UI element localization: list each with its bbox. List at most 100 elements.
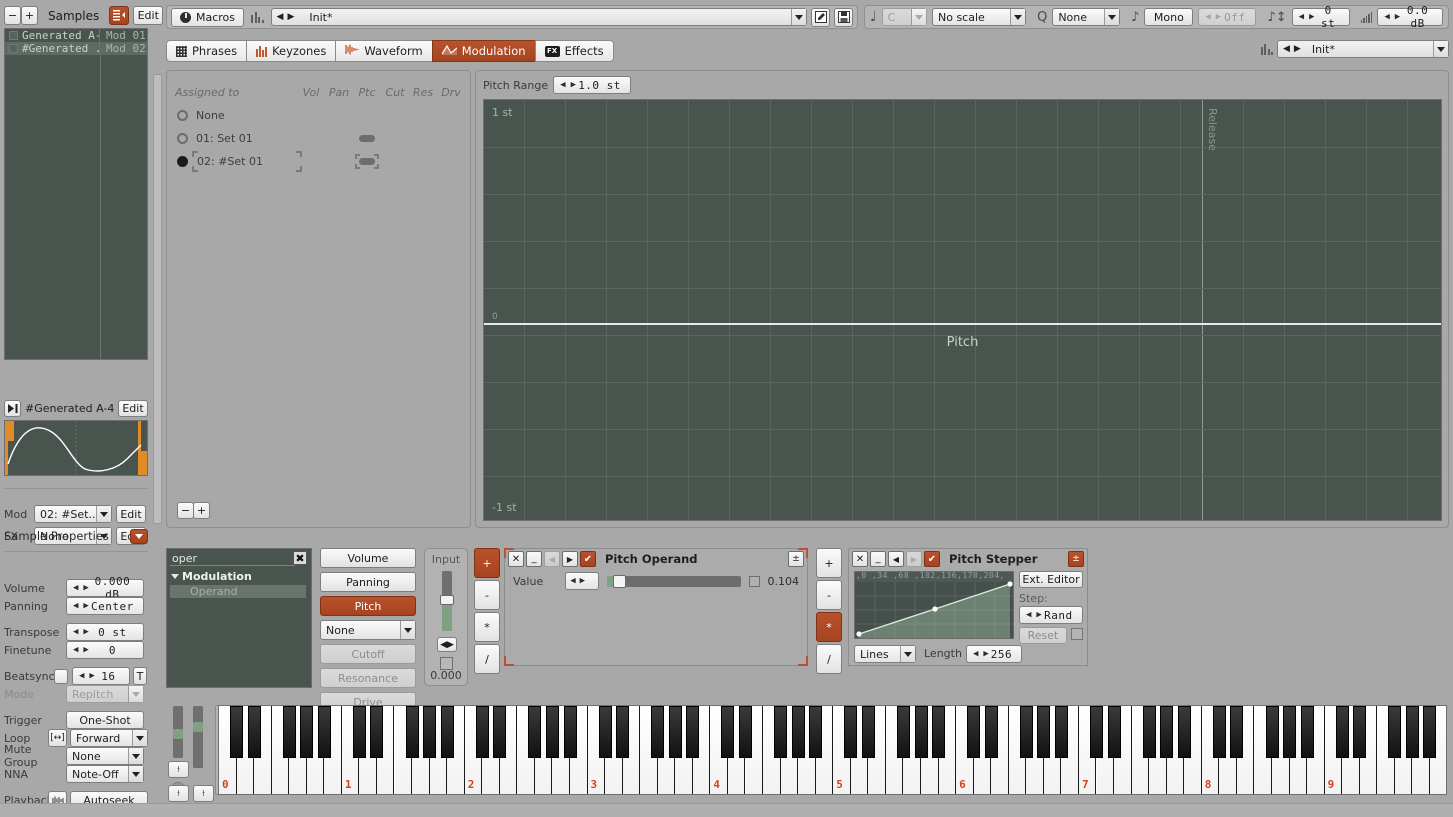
piano-black-key[interactable] (317, 706, 331, 758)
operator-minus-button[interactable]: - (474, 580, 500, 610)
piano-black-key[interactable] (405, 706, 419, 758)
finetune-stepper[interactable]: ◀ ▶ 0 (66, 641, 144, 659)
piano-black-key[interactable] (1283, 706, 1297, 758)
piano-black-key[interactable] (914, 706, 928, 758)
pitchbend-icon[interactable]: ⟊ (168, 761, 189, 778)
clear-x-icon[interactable]: ✖ (293, 551, 307, 565)
piano-black-key[interactable] (1388, 706, 1402, 758)
beatsync-triplet-button[interactable]: T (133, 667, 147, 685)
glide-spinner[interactable]: ◀ ▶ Off (1198, 8, 1257, 26)
set-radio[interactable] (177, 132, 188, 144)
chevron-down-icon[interactable] (911, 9, 926, 25)
piano-black-key[interactable] (1177, 706, 1191, 758)
search-input[interactable]: oper (170, 552, 295, 566)
step-rand-stepper[interactable]: ◀ ▶ Rand (1019, 606, 1083, 624)
beatsync-checkbox[interactable] (54, 668, 68, 684)
add-sample-button[interactable]: + (21, 6, 38, 25)
pitch-range-stepper[interactable]: ◀ ▶ 1.0 st (553, 76, 632, 94)
tab-waveform[interactable]: Waveform (335, 40, 432, 62)
remove-sample-button[interactable]: − (4, 6, 21, 25)
chevron-down-icon[interactable] (1433, 41, 1448, 57)
piano-black-key[interactable] (370, 706, 384, 758)
transpose-spinner[interactable]: ◀ ▶ 0 st (1291, 4, 1350, 30)
piano-black-key[interactable] (1265, 706, 1279, 758)
reset-button[interactable]: Reset (1019, 627, 1067, 644)
stepper-arrows[interactable]: ◀ ▶ (67, 627, 90, 637)
checkmark-icon[interactable]: ✔ (580, 551, 596, 567)
operator-divide-button[interactable]: / (474, 644, 500, 674)
piano-black-key[interactable] (1423, 706, 1437, 758)
volume-stepper[interactable]: ◀ ▶ 0.000 dB (66, 575, 144, 601)
remove-set-button[interactable]: − (177, 502, 194, 519)
glide-arrows[interactable]: ◀ ▶ (1199, 12, 1222, 22)
length-stepper[interactable]: ◀ ▶ 256 (966, 645, 1022, 663)
operator2-minus-button[interactable]: - (816, 580, 842, 610)
sample-edit-button[interactable]: Edit (133, 6, 164, 25)
destination-volume-button[interactable]: Volume (320, 548, 416, 568)
panning-stepper[interactable]: ◀ ▶ Center (66, 597, 144, 615)
modwheel-slider[interactable] (193, 706, 203, 768)
input-slider[interactable] (440, 571, 454, 631)
triangle-down-icon[interactable] (171, 574, 179, 579)
next-arrow-icon[interactable]: ▶ (562, 551, 578, 567)
chevron-down-icon[interactable] (1010, 9, 1026, 25)
piano-black-key[interactable] (247, 706, 261, 758)
preset-nav-arrows[interactable]: ◀ ▶ (1278, 44, 1306, 54)
piano-black-key[interactable] (1335, 706, 1349, 758)
bipolar-icon[interactable]: ◀▶ (437, 637, 457, 652)
piano-black-key[interactable] (809, 706, 823, 758)
piano-black-key[interactable] (967, 706, 981, 758)
chevron-down-icon[interactable] (96, 506, 111, 522)
sample-checkbox[interactable] (9, 44, 18, 53)
piano-black-key[interactable] (932, 706, 946, 758)
piano-black-key[interactable] (1037, 706, 1051, 758)
piano-black-key[interactable] (440, 706, 454, 758)
piano-keyboard[interactable]: 0 1 2 3 4 5 6 7 8 9 (218, 705, 1447, 795)
operator2-multiply-button[interactable]: * (816, 612, 842, 642)
set-radio[interactable] (177, 109, 188, 121)
operator-multiply-button[interactable]: * (474, 612, 500, 642)
piano-black-key[interactable] (1405, 706, 1419, 758)
chevron-down-icon[interactable] (128, 748, 143, 764)
piano-black-key[interactable] (861, 706, 875, 758)
mute-group-select[interactable]: None (66, 747, 144, 765)
list-icon[interactable] (109, 6, 130, 25)
piano-black-key[interactable] (1353, 706, 1367, 758)
piano-black-key[interactable] (300, 706, 314, 758)
sample-checkbox[interactable] (9, 31, 18, 40)
tab-phrases[interactable]: Phrases (166, 40, 247, 62)
value-slider[interactable] (606, 574, 742, 588)
piano-black-key[interactable] (651, 706, 665, 758)
stepper-arrows[interactable]: ◀ ▶ (67, 645, 90, 655)
transpose-arrows[interactable]: ◀ ▶ (1293, 12, 1316, 22)
set-name-cell[interactable]: 02: #Set 01 (192, 150, 302, 172)
stepper-graph[interactable]: ,0 ,34 ,68 ,102,136,170,204, (854, 571, 1014, 639)
piano-black-key[interactable] (352, 706, 366, 758)
piano-black-key[interactable] (1212, 706, 1226, 758)
stepper-arrows[interactable]: ◀ ▶ (67, 583, 90, 593)
close-x-icon[interactable]: ✕ (852, 551, 868, 567)
modulation-preset-selector[interactable]: ◀ ▶ Init* (1277, 40, 1449, 58)
table-row[interactable]: 01: Set 01 (177, 130, 465, 146)
prev-arrow-icon[interactable]: ◀ (888, 551, 904, 567)
stepper-arrows[interactable]: ◀ ▶ (566, 576, 586, 586)
piano-black-key[interactable] (282, 706, 296, 758)
operator2-plus-button[interactable]: + (816, 548, 842, 578)
browser-item-operand[interactable]: Operand (170, 585, 306, 598)
device-pitch-operand[interactable]: ✕ _ ◀ ▶ ✔ Pitch Operand ± Value ◀ ▶ 0.10… (504, 548, 808, 666)
pitchbend-reset-icon[interactable]: ⟊ (168, 785, 189, 802)
next-arrow-icon[interactable]: ▶ (906, 551, 922, 567)
piano-black-key[interactable] (1107, 706, 1121, 758)
instrument-preset-selector[interactable]: ◀ ▶ Init* (270, 8, 807, 26)
set-radio[interactable] (177, 155, 188, 167)
macros-button[interactable]: Macros (171, 7, 245, 27)
play-icon[interactable] (4, 399, 21, 417)
piano-black-key[interactable] (528, 706, 542, 758)
chevron-down-icon[interactable] (132, 730, 147, 746)
piano-black-key[interactable] (1090, 706, 1103, 758)
piano-black-key[interactable] (896, 706, 910, 758)
list-item[interactable]: Generated A-.. Mod 01 (5, 29, 147, 42)
chevron-down-icon[interactable] (1104, 9, 1120, 25)
destination-cutoff-button[interactable]: Cutoff (320, 644, 416, 664)
piano-black-key[interactable] (1054, 706, 1068, 758)
